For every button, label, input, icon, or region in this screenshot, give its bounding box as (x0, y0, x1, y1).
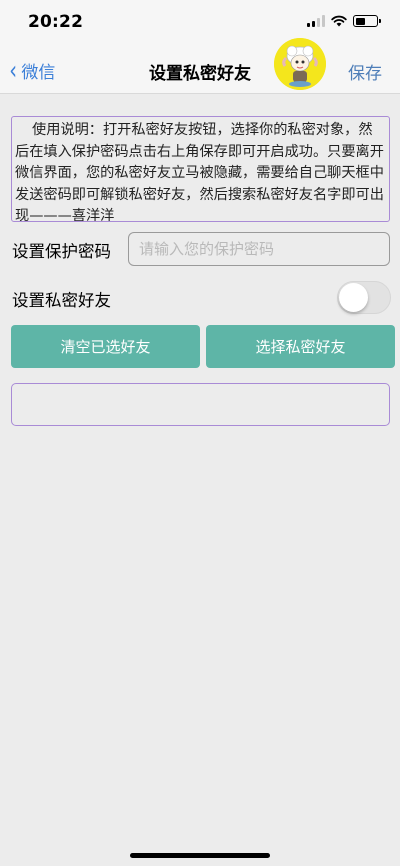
private-friend-label: 设置私密好友 (12, 291, 111, 310)
password-label: 设置保护密码 (12, 242, 111, 261)
navigation-bar: ‹ 微信 设置私密好友 保存 (0, 46, 400, 94)
status-icons (307, 15, 381, 27)
toggle-knob (339, 283, 368, 312)
status-time: 20:22 (28, 12, 84, 32)
wifi-icon (331, 15, 347, 27)
battery-icon (353, 15, 381, 27)
clear-selected-friends-button[interactable]: 清空已选好友 (11, 325, 200, 368)
cartoon-sheep-avatar (274, 38, 326, 90)
save-button[interactable]: 保存 (348, 59, 382, 84)
select-private-friends-button[interactable]: 选择私密好友 (206, 325, 395, 368)
status-bar: 20:22 (0, 0, 400, 46)
cellular-signal-icon (307, 15, 325, 27)
private-friend-toggle[interactable] (337, 281, 391, 314)
page-title: 设置私密好友 (149, 64, 251, 84)
home-indicator (130, 853, 270, 858)
usage-instructions: 使用说明：打开私密好友按钮，选择你的私密对象，然后在填入保护密码点击右上角保存即… (11, 116, 390, 222)
password-input[interactable] (128, 232, 390, 266)
selected-friends-box (11, 383, 390, 426)
